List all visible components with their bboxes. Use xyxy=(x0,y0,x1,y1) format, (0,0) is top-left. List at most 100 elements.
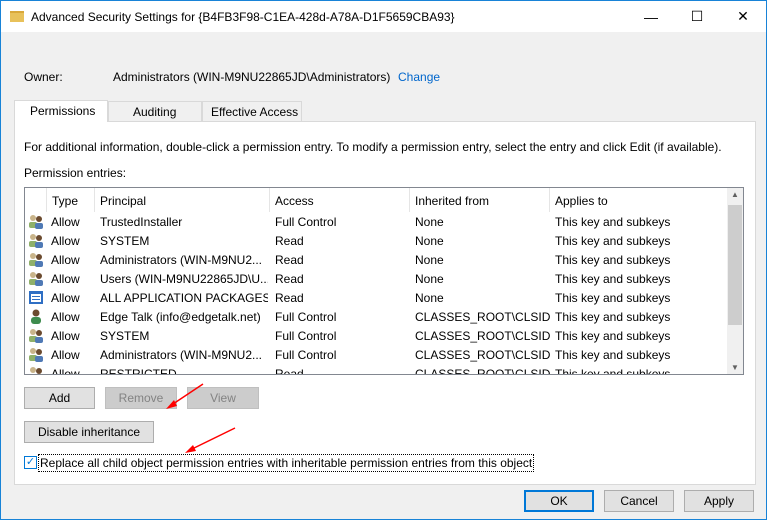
add-button[interactable]: Add xyxy=(24,387,95,409)
red-arrow-icon xyxy=(185,427,236,453)
replace-child-permissions-checkbox[interactable]: ✓ xyxy=(24,456,37,469)
cell-principal: Administrators (WIN-M9NU2... xyxy=(100,348,263,362)
apply-button-label: Apply xyxy=(703,494,735,508)
cell-applies: This key and subkeys xyxy=(555,234,671,248)
cell-access: Read xyxy=(275,234,304,248)
cell-applies: This key and subkeys xyxy=(555,310,671,324)
cell-applies: This key and subkeys xyxy=(555,272,671,286)
cell-principal: SYSTEM xyxy=(100,234,150,248)
cell-type: Allow xyxy=(51,329,80,343)
advanced-security-dialog: Advanced Security Settings for {B4FB3F98… xyxy=(0,0,767,520)
cell-inherited: CLASSES_ROOT\CLSID xyxy=(415,348,550,362)
cell-type: Allow xyxy=(51,272,80,286)
cell-access: Read xyxy=(275,272,304,286)
permission-entry-row[interactable]: Allow Administrators (WIN-M9NU2... Read Non… xyxy=(25,250,728,269)
cell-access: Read xyxy=(275,367,304,375)
cell-principal: Users (WIN-M9NU22865JD\U... xyxy=(100,272,268,286)
scrollbar-thumb[interactable] xyxy=(728,205,742,325)
minimize-button[interactable]: — xyxy=(628,1,674,32)
column-header-inherited-from[interactable]: Inherited from xyxy=(410,188,550,212)
column-header-applies-to[interactable]: Applies to xyxy=(550,188,728,212)
cell-type: Allow xyxy=(51,215,80,229)
title-bar: Advanced Security Settings for {B4FB3F98… xyxy=(1,1,766,32)
annotation-arrows xyxy=(166,383,236,453)
group-icon xyxy=(28,252,44,267)
owner-value: Administrators (WIN-M9NU22865JD\Administ… xyxy=(113,70,391,84)
cell-inherited: None xyxy=(415,291,444,305)
permission-entries-label: Permission entries: xyxy=(24,166,127,180)
permission-entries-list[interactable]: Type Principal Access Inherited from App… xyxy=(24,187,744,375)
cell-applies: This key and subkeys xyxy=(555,215,671,229)
tab-effective-access[interactable]: Effective Access xyxy=(202,101,302,122)
group-icon xyxy=(28,366,44,374)
column-header-icon xyxy=(25,188,47,212)
column-header-principal[interactable]: Principal xyxy=(95,188,270,212)
app-packages-icon xyxy=(28,290,44,305)
replace-child-permissions-label[interactable]: Replace all child object permission entr… xyxy=(38,454,535,472)
cell-principal: ALL APPLICATION PACKAGES xyxy=(100,291,268,305)
permission-entry-row[interactable]: Allow TrustedInstaller Full Control None Thi… xyxy=(25,212,728,231)
close-button[interactable]: ✕ xyxy=(720,1,766,32)
maximize-button[interactable]: ☐ xyxy=(674,1,720,32)
change-owner-link[interactable]: Change xyxy=(398,70,440,84)
tab-auditing[interactable]: Auditing xyxy=(108,101,202,122)
permission-entry-row[interactable]: Allow Edge Talk (info@edgetalk.net) Full C… xyxy=(25,307,728,326)
cell-principal: SYSTEM xyxy=(100,329,150,343)
cancel-button[interactable]: Cancel xyxy=(604,490,674,512)
permission-entry-row[interactable]: Allow RESTRICTED Read CLASSES_ROOT\CLSID Thi… xyxy=(25,364,728,375)
disable-inheritance-label: Disable inheritance xyxy=(37,425,141,439)
permission-entry-row[interactable]: Allow ALL APPLICATION PACKAGES Read None Thi… xyxy=(25,288,728,307)
group-icon xyxy=(28,347,44,362)
cell-access: Full Control xyxy=(275,310,337,324)
cell-applies: This key and subkeys xyxy=(555,291,671,305)
scroll-up-icon[interactable]: ▲ xyxy=(731,190,739,199)
permission-entry-row[interactable]: Allow Users (WIN-M9NU22865JD\U... Read None… xyxy=(25,269,728,288)
cell-type: Allow xyxy=(51,348,80,362)
apply-button[interactable]: Apply xyxy=(684,490,754,512)
user-icon xyxy=(28,309,44,324)
ok-button-label: OK xyxy=(550,494,568,508)
column-header-type[interactable]: Type xyxy=(47,188,95,212)
tab-permissions[interactable]: Permissions xyxy=(14,100,108,122)
cell-access: Full Control xyxy=(275,348,337,362)
cell-type: Allow xyxy=(51,310,80,324)
cell-inherited: None xyxy=(415,215,444,229)
add-button-label: Add xyxy=(48,391,71,405)
red-arrow-icon xyxy=(166,383,204,409)
cell-applies: This key and subkeys xyxy=(555,367,671,375)
cell-principal: Edge Talk (info@edgetalk.net) xyxy=(100,310,261,324)
info-text: For additional information, double-click… xyxy=(24,140,722,154)
cell-type: Allow xyxy=(51,234,80,248)
cell-type: Allow xyxy=(51,253,80,267)
cell-principal: TrustedInstaller xyxy=(100,215,183,229)
cell-access: Read xyxy=(275,253,304,267)
remove-button-label: Remove xyxy=(118,391,164,405)
cell-applies: This key and subkeys xyxy=(555,329,671,343)
cell-access: Full Control xyxy=(275,329,337,343)
group-icon xyxy=(28,328,44,343)
scroll-down-icon[interactable]: ▼ xyxy=(731,363,739,372)
permission-entry-row[interactable]: Allow SYSTEM Full Control CLASSES_ROOT\CLSI… xyxy=(25,326,728,345)
ok-button[interactable]: OK xyxy=(524,490,594,512)
cell-inherited: CLASSES_ROOT\CLSID xyxy=(415,367,550,375)
cell-inherited: None xyxy=(415,272,444,286)
column-header-access[interactable]: Access xyxy=(270,188,410,212)
cell-principal: Administrators (WIN-M9NU2... xyxy=(100,253,263,267)
vertical-scrollbar[interactable]: ▲ ▼ xyxy=(727,188,743,374)
cell-applies: This key and subkeys xyxy=(555,348,671,362)
folder-icon xyxy=(10,11,24,22)
disable-inheritance-button[interactable]: Disable inheritance xyxy=(24,421,154,443)
window-title: Advanced Security Settings for {B4FB3F98… xyxy=(31,9,455,24)
cell-principal: RESTRICTED xyxy=(100,367,177,375)
permission-entry-row[interactable]: Allow SYSTEM Read None This key and subkeys xyxy=(25,231,728,250)
cell-inherited: None xyxy=(415,253,444,267)
cell-applies: This key and subkeys xyxy=(555,253,671,267)
cell-inherited: CLASSES_ROOT\CLSID xyxy=(415,310,550,324)
cell-inherited: None xyxy=(415,234,444,248)
cell-type: Allow xyxy=(51,367,80,375)
group-icon xyxy=(28,233,44,248)
group-icon xyxy=(28,271,44,286)
group-icon xyxy=(28,214,44,229)
cell-access: Full Control xyxy=(275,215,337,229)
permission-entry-row[interactable]: Allow Administrators (WIN-M9NU2... Full Co… xyxy=(25,345,728,364)
